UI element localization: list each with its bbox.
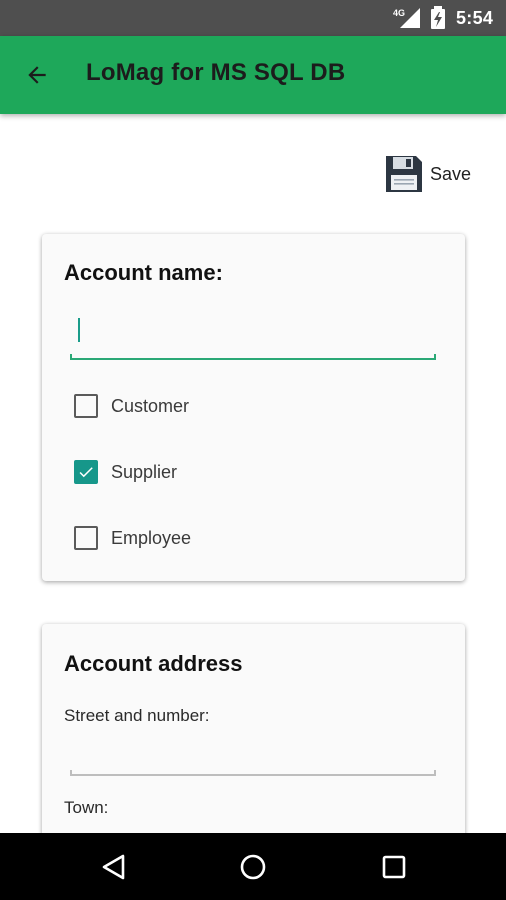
- checkbox-supplier[interactable]: Supplier: [74, 456, 177, 488]
- town-label: Town:: [64, 798, 109, 817]
- battery-charging-icon: [431, 6, 445, 29]
- account-address-card: Account address Street and number: Town:: [42, 624, 465, 833]
- recents-square-icon: [382, 855, 406, 879]
- navigation-bar: [0, 833, 506, 900]
- supplier-checkbox-box[interactable]: [74, 460, 98, 484]
- account-address-title: Account address: [64, 651, 243, 676]
- back-button[interactable]: [18, 56, 56, 94]
- nav-home-button[interactable]: [233, 849, 273, 885]
- status-time: 5:54: [456, 8, 494, 28]
- account-name-input[interactable]: [70, 314, 436, 358]
- home-circle-icon: [240, 854, 266, 880]
- customer-checkbox-box[interactable]: [74, 394, 98, 418]
- account-name-title: Account name:: [64, 260, 223, 285]
- floppy-disk-icon: [386, 156, 422, 192]
- checkbox-supplier-label: Supplier: [111, 461, 178, 482]
- back-triangle-icon: [102, 854, 125, 880]
- app-bar: LoMag for MS SQL DB: [0, 36, 506, 114]
- nav-recents-button[interactable]: [374, 849, 414, 885]
- checkbox-customer[interactable]: Customer: [74, 390, 189, 422]
- account-name-card: Account name: Customer Supplier Employee: [42, 234, 465, 581]
- network-type-label: 4G: [393, 8, 405, 18]
- check-icon: [79, 467, 93, 478]
- save-button[interactable]: Save: [384, 152, 471, 196]
- save-label: Save: [430, 163, 472, 184]
- nav-back-button[interactable]: [94, 849, 134, 885]
- employee-checkbox-box[interactable]: [74, 526, 98, 550]
- account-name-field[interactable]: [70, 314, 436, 360]
- street-input[interactable]: [70, 738, 436, 776]
- checkbox-employee[interactable]: Employee: [74, 522, 191, 554]
- checkbox-customer-label: Customer: [111, 395, 190, 416]
- app-title: LoMag for MS SQL DB: [86, 59, 346, 86]
- street-label: Street and number:: [64, 706, 210, 725]
- form-content[interactable]: Save Account name: Customer Supplier Emp…: [0, 114, 506, 833]
- status-bar: 4G 5:54: [0, 0, 506, 36]
- arrow-back-icon: [28, 66, 46, 84]
- signal-icon: 4G: [393, 8, 420, 28]
- text-cursor: [78, 318, 80, 342]
- checkbox-employee-label: Employee: [111, 527, 192, 548]
